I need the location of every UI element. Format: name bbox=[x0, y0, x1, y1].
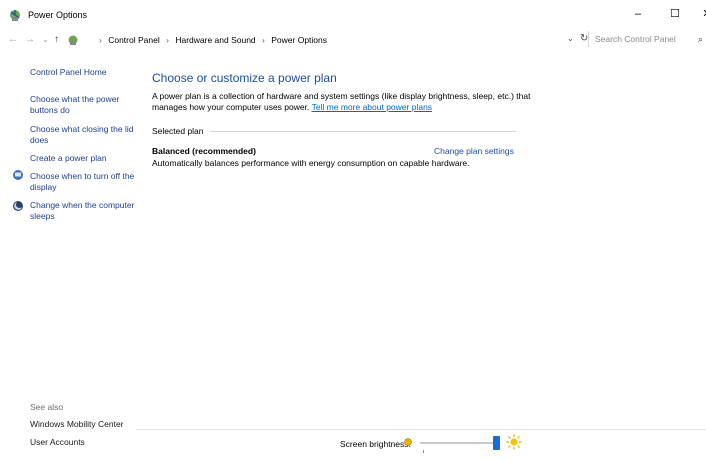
minimize-button[interactable]: – bbox=[627, 5, 649, 23]
title-bar: Power Options – ☐ ✕ bbox=[0, 0, 706, 30]
up-arrow-icon[interactable]: ↑ bbox=[54, 34, 59, 45]
back-arrow-icon[interactable]: ← bbox=[8, 34, 18, 45]
window-title: Power Options bbox=[28, 10, 88, 20]
sidebar-item-power-buttons[interactable]: Choose what the power buttons do bbox=[30, 94, 135, 116]
page-description: A power plan is a collection of hardware… bbox=[152, 91, 542, 113]
selected-plan-group: Selected plan bbox=[152, 126, 516, 136]
display-icon bbox=[12, 169, 24, 181]
breadcrumb-separator-icon: › bbox=[99, 35, 102, 45]
dim-brightness-icon bbox=[403, 437, 413, 449]
sidebar-item-turn-off-display[interactable]: Choose when to turn off the display bbox=[30, 171, 135, 193]
breadcrumb-separator-icon: › bbox=[262, 35, 265, 45]
address-dropdown-icon[interactable]: ⌄ bbox=[567, 34, 574, 43]
sidebar-item-computer-sleeps[interactable]: Change when the computer sleeps bbox=[30, 200, 135, 222]
sidebar-item-create-plan[interactable]: Create a power plan bbox=[30, 153, 135, 164]
brightness-label: Screen brightness: bbox=[340, 439, 411, 449]
address-bar: ← → ⌄ ↑ › Control Panel › Hardware and S… bbox=[0, 30, 706, 50]
recent-locations-icon[interactable]: ⌄ bbox=[42, 35, 49, 44]
slider-thumb[interactable] bbox=[493, 436, 500, 450]
plan-description: Automatically balances performance with … bbox=[152, 158, 470, 168]
breadcrumb-control-panel[interactable]: Control Panel bbox=[108, 35, 160, 45]
sidebar-link-user-accounts[interactable]: User Accounts bbox=[30, 437, 135, 448]
search-box[interactable]: ⌕ bbox=[588, 31, 706, 47]
change-plan-settings-link[interactable]: Change plan settings bbox=[434, 146, 514, 156]
brightness-slider[interactable] bbox=[420, 436, 500, 453]
control-panel-icon bbox=[67, 34, 80, 48]
bright-brightness-icon bbox=[506, 434, 522, 452]
search-icon[interactable]: ⌕ bbox=[698, 34, 703, 45]
sidebar-item-control-panel-home[interactable]: Control Panel Home bbox=[30, 67, 135, 78]
learn-more-link[interactable]: Tell me more about power plans bbox=[312, 102, 432, 112]
plan-name: Balanced (recommended) bbox=[152, 146, 256, 156]
breadcrumb-hardware-and-sound[interactable]: Hardware and Sound bbox=[175, 35, 255, 45]
close-button[interactable]: ✕ bbox=[696, 5, 706, 23]
sidebar: Control Panel Home Choose what the power… bbox=[0, 50, 140, 461]
moon-icon bbox=[12, 200, 24, 212]
slider-tick bbox=[423, 450, 424, 453]
slider-track[interactable] bbox=[420, 442, 500, 444]
power-options-icon bbox=[8, 8, 22, 24]
search-input[interactable] bbox=[593, 33, 697, 45]
footer-divider bbox=[136, 429, 706, 430]
breadcrumb-separator-icon: › bbox=[166, 35, 169, 45]
group-label: Selected plan bbox=[152, 126, 210, 136]
see-also-heading: See also bbox=[30, 402, 64, 412]
breadcrumb-power-options[interactable]: Power Options bbox=[271, 35, 327, 45]
maximize-button[interactable]: ☐ bbox=[664, 5, 686, 23]
breadcrumb: › Control Panel › Hardware and Sound › P… bbox=[95, 35, 327, 45]
page-title: Choose or customize a power plan bbox=[152, 71, 337, 85]
sidebar-link-mobility-center[interactable]: Windows Mobility Center bbox=[30, 419, 135, 430]
sidebar-item-closing-lid[interactable]: Choose what closing the lid does bbox=[30, 124, 135, 146]
forward-arrow-icon[interactable]: → bbox=[25, 34, 35, 45]
